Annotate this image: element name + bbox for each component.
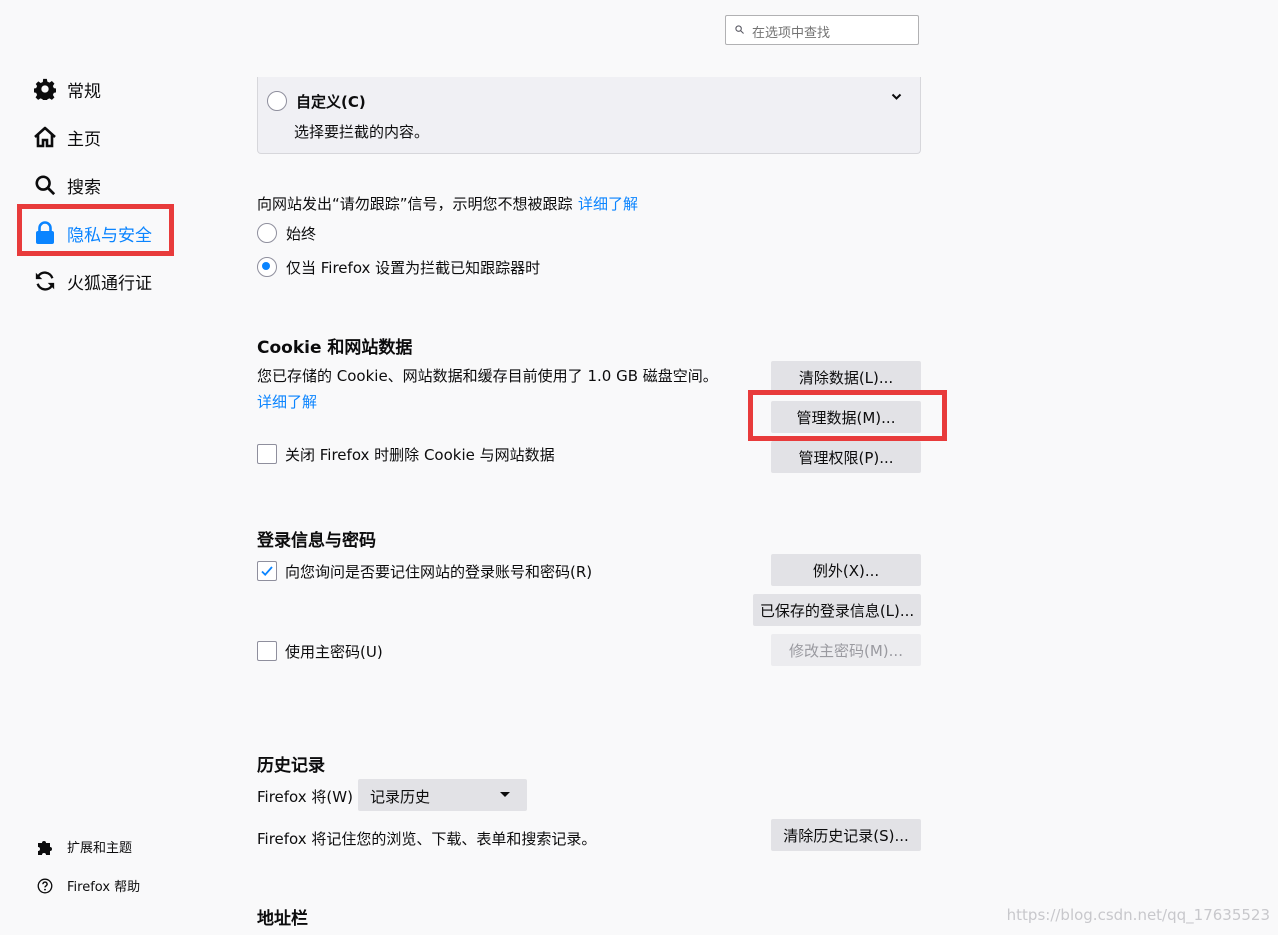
sidebar-item-label: 扩展和主题 bbox=[67, 841, 133, 856]
custom-blocking-panel bbox=[257, 77, 921, 154]
ask-save-logins-checkbox[interactable] bbox=[257, 561, 277, 581]
history-mode-value: 记录历史 bbox=[370, 788, 431, 806]
help-icon bbox=[37, 878, 53, 894]
logins-section-title: 登录信息与密码 bbox=[257, 531, 376, 551]
manage-data-button[interactable]: 管理数据(M)... bbox=[771, 401, 921, 433]
sidebar-item-help[interactable]: Firefox 帮助 bbox=[37, 876, 140, 895]
sidebar-item-home[interactable]: 主页 bbox=[33, 122, 101, 152]
dnt-always-radio[interactable] bbox=[257, 223, 277, 243]
master-password-checkbox[interactable] bbox=[257, 641, 277, 661]
lock-icon bbox=[33, 221, 57, 245]
search-icon bbox=[735, 25, 744, 34]
watermark-text: https://blog.csdn.net/qq_17635523 bbox=[1006, 906, 1270, 924]
sidebar-item-privacy[interactable]: 隐私与安全 bbox=[33, 218, 152, 248]
saved-logins-button[interactable]: 已保存的登录信息(L)... bbox=[753, 594, 921, 626]
sidebar-item-label: 隐私与安全 bbox=[67, 225, 152, 246]
dropdown-arrow-icon bbox=[500, 792, 510, 797]
home-icon bbox=[33, 125, 57, 149]
sidebar-item-label: Firefox 帮助 bbox=[67, 880, 141, 895]
search-input[interactable]: 在选项中查找 bbox=[725, 15, 919, 45]
master-password-label: 使用主密码(U) bbox=[285, 643, 383, 661]
chevron-down-icon[interactable] bbox=[891, 93, 902, 101]
sync-icon bbox=[33, 269, 57, 293]
history-mode-select[interactable]: 记录历史 bbox=[358, 779, 527, 811]
delete-on-close-label: 关闭 Firefox 时删除 Cookie 与网站数据 bbox=[285, 446, 555, 464]
custom-option-title: 自定义(C) bbox=[296, 93, 366, 111]
puzzle-icon bbox=[37, 839, 53, 855]
cookies-learn-more-link[interactable]: 详细了解 bbox=[257, 391, 317, 412]
sidebar-item-general[interactable]: 常规 bbox=[33, 74, 101, 104]
custom-option-desc: 选择要拦截的内容。 bbox=[294, 123, 430, 141]
gear-icon bbox=[33, 77, 57, 101]
history-section-title: 历史记录 bbox=[257, 756, 325, 776]
dnt-only-label: 仅当 Firefox 设置为拦截已知跟踪器时 bbox=[286, 259, 541, 277]
dnt-always-label: 始终 bbox=[286, 225, 317, 243]
clear-history-button[interactable]: 清除历史记录(S)... bbox=[771, 819, 921, 851]
sidebar-item-label: 搜索 bbox=[67, 177, 101, 198]
dnt-learn-more-link[interactable]: 详细了解 bbox=[578, 193, 638, 214]
sidebar-item-label: 常规 bbox=[67, 81, 101, 102]
delete-on-close-checkbox[interactable] bbox=[257, 444, 277, 464]
cookies-usage-text: 您已存储的 Cookie、网站数据和缓存目前使用了 1.0 GB 磁盘空间。 bbox=[257, 367, 718, 385]
clear-data-button[interactable]: 清除数据(L)... bbox=[771, 361, 921, 393]
sidebar-item-sync[interactable]: 火狐通行证 bbox=[33, 266, 152, 296]
manage-permissions-button[interactable]: 管理权限(P)... bbox=[771, 441, 921, 473]
sidebar-item-label: 主页 bbox=[67, 129, 101, 150]
search-icon bbox=[33, 173, 57, 197]
change-master-password-button[interactable]: 修改主密码(M)... bbox=[771, 634, 921, 666]
login-exceptions-button[interactable]: 例外(X)... bbox=[771, 554, 921, 586]
history-desc: Firefox 将记住您的浏览、下载、表单和搜索记录。 bbox=[257, 830, 597, 848]
sidebar-item-label: 火狐通行证 bbox=[67, 273, 152, 294]
dnt-only-radio[interactable] bbox=[257, 257, 277, 277]
checkmark-icon bbox=[261, 566, 273, 577]
sidebar-item-addons[interactable]: 扩展和主题 bbox=[37, 837, 132, 856]
cookies-section-title: Cookie 和网站数据 bbox=[257, 338, 413, 358]
custom-radio[interactable] bbox=[267, 91, 287, 111]
dnt-text: 向网站发出“请勿跟踪”信号，示明您不想被跟踪 bbox=[257, 195, 573, 213]
search-placeholder: 在选项中查找 bbox=[752, 26, 831, 41]
addressbar-section-title: 地址栏 bbox=[257, 909, 308, 929]
sidebar-item-search[interactable]: 搜索 bbox=[33, 170, 101, 200]
history-mode-label: Firefox 将(W) bbox=[257, 788, 353, 806]
ask-save-logins-label: 向您询问是否要记住网站的登录账号和密码(R) bbox=[285, 563, 593, 581]
